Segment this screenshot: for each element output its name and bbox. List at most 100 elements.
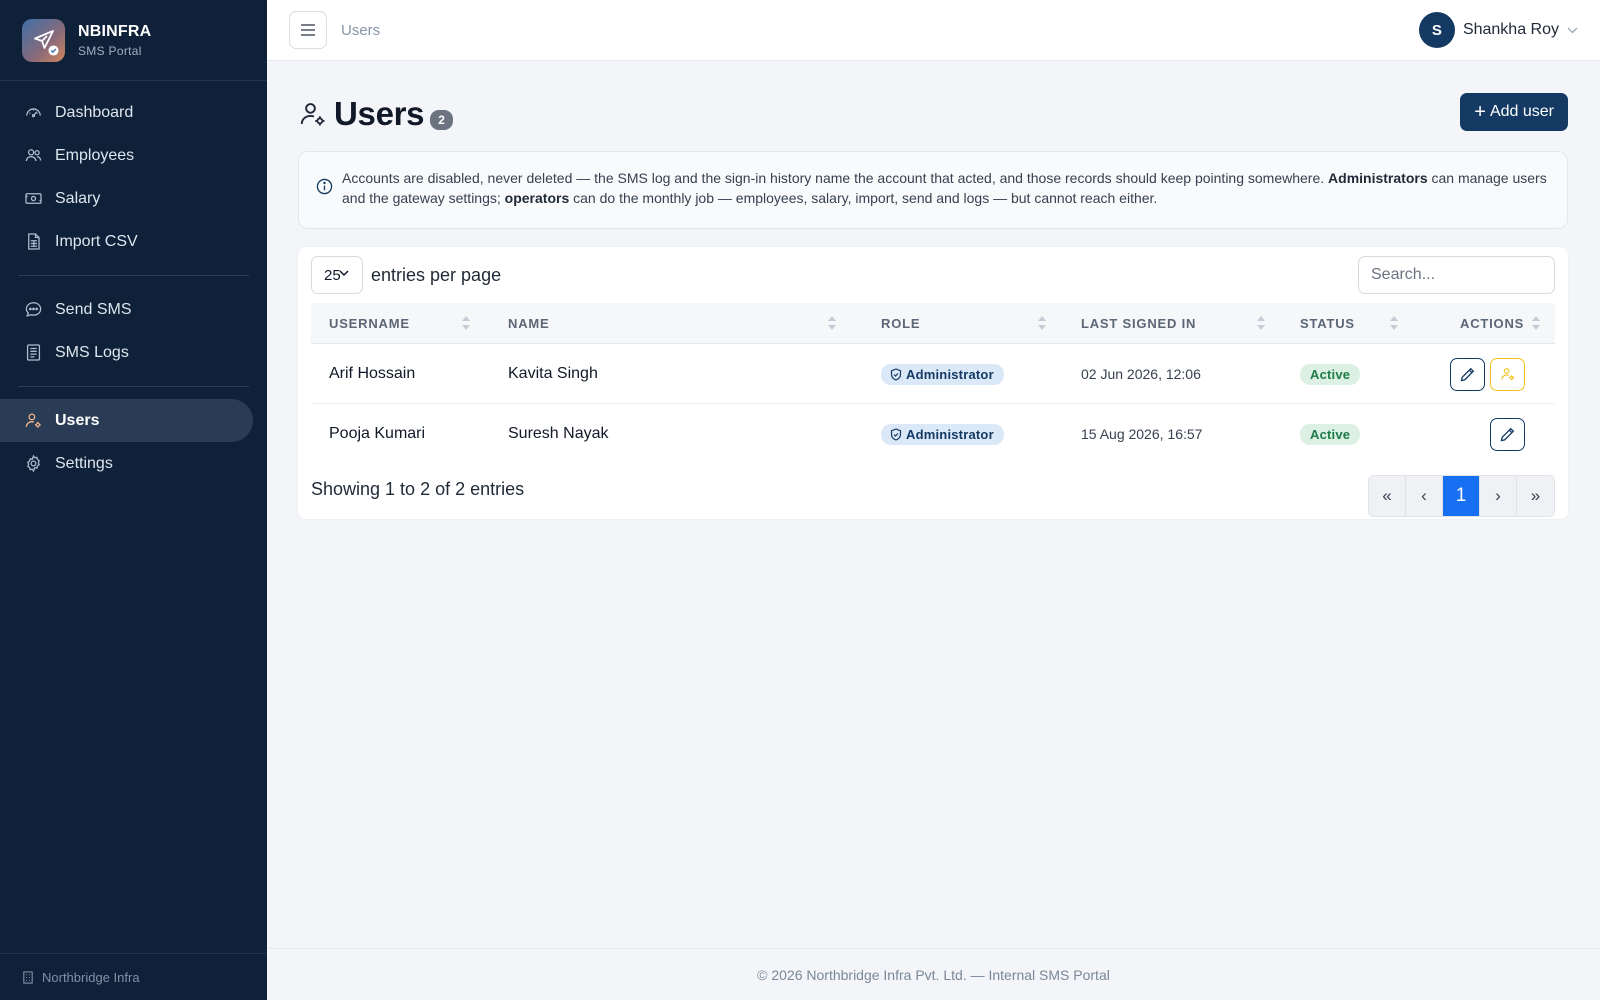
sort-icon xyxy=(462,316,470,333)
cash-icon xyxy=(23,189,43,209)
cell-actions xyxy=(1450,344,1525,404)
cell-role: Administrator xyxy=(881,344,1004,404)
sidebar-item-label: Employees xyxy=(55,146,135,164)
column-header-actions[interactable]: ACTIONS xyxy=(1460,303,1550,344)
sidebar-nav: Dashboard Employees Salary Import CSV Se… xyxy=(0,81,267,485)
brand-subtitle: SMS Portal xyxy=(78,43,142,58)
user-count-badge: 2 xyxy=(430,110,453,130)
table-row: Pooja Kumari Suresh Nayak Administrator … xyxy=(311,404,1555,464)
column-header-role[interactable]: ROLE xyxy=(881,303,1061,344)
sidebar-item-label: Users xyxy=(55,411,100,429)
sidebar-item-label: Send SMS xyxy=(55,300,132,318)
pencil-icon xyxy=(1500,427,1515,442)
sidebar-footer-label: Northbridge Infra xyxy=(42,969,140,985)
hamburger-icon xyxy=(300,23,316,37)
next-page-button[interactable]: › xyxy=(1480,476,1517,516)
sort-icon xyxy=(1038,316,1046,333)
cell-actions xyxy=(1490,404,1525,464)
column-header-label: ROLE xyxy=(881,316,921,331)
per-page-select[interactable]: 25 xyxy=(311,256,363,294)
sidebar-item-sms-logs[interactable]: SMS Logs xyxy=(0,331,253,374)
person-gear-icon xyxy=(298,99,328,129)
search-input[interactable] xyxy=(1358,256,1555,294)
edit-user-button[interactable] xyxy=(1490,417,1525,451)
column-header-label: ACTIONS xyxy=(1460,316,1525,331)
info-circle-icon xyxy=(316,178,333,200)
sidebar-item-label: Import CSV xyxy=(55,232,138,250)
sidebar-item-import-csv[interactable]: Import CSV xyxy=(0,220,253,263)
menu-toggle-button[interactable] xyxy=(289,11,327,49)
cell-last-signed-in: 02 Jun 2026, 12:06 xyxy=(1081,366,1201,382)
paper-plane-logo-icon xyxy=(22,18,65,62)
column-header-name[interactable]: NAME xyxy=(508,303,848,344)
cell-name: Kavita Singh xyxy=(508,365,598,382)
dashboard-gauge-icon xyxy=(23,103,43,123)
sidebar-item-settings[interactable]: Settings xyxy=(0,442,253,485)
add-user-button[interactable]: + Add user xyxy=(1460,93,1568,131)
page-header: Users 2 xyxy=(298,95,453,133)
status-badge: Active xyxy=(1300,363,1361,385)
sidebar-item-send-sms[interactable]: Send SMS xyxy=(0,288,253,331)
sort-icon xyxy=(1532,316,1540,333)
pencil-icon xyxy=(1460,367,1475,382)
edit-user-button[interactable] xyxy=(1450,357,1485,391)
per-page-label: entries per page xyxy=(371,264,502,285)
nav-divider xyxy=(18,275,249,276)
sidebar-item-dashboard[interactable]: Dashboard xyxy=(0,91,253,134)
nav-divider xyxy=(18,386,249,387)
sidebar-footer: Northbridge Infra xyxy=(0,953,267,1000)
role-label: Administrator xyxy=(906,366,994,382)
sidebar-item-employees[interactable]: Employees xyxy=(0,134,253,177)
chat-dots-icon xyxy=(23,300,43,320)
column-header-last-signed-in[interactable]: LAST SIGNED IN xyxy=(1081,303,1281,344)
column-header-label: USERNAME xyxy=(329,316,410,331)
info-text-3: can do the monthly job — employees, sala… xyxy=(569,190,1158,206)
receipt-list-icon xyxy=(23,343,43,363)
page-title: Users xyxy=(334,95,425,132)
chevron-down-icon xyxy=(339,270,349,277)
column-header-label: NAME xyxy=(508,316,550,331)
page-1-button[interactable]: 1 xyxy=(1443,476,1480,516)
table-row: Arif Hossain Kavita Singh Administrator … xyxy=(311,344,1555,404)
brand[interactable]: NBINFRA SMS Portal xyxy=(0,0,267,81)
sort-icon xyxy=(1390,316,1398,333)
cell-username: Arif Hossain xyxy=(329,365,416,382)
cell-role: Administrator xyxy=(881,404,1004,464)
brand-name: NBINFRA xyxy=(78,22,152,40)
cell-last-signed-in: 15 Aug 2026, 16:57 xyxy=(1081,426,1203,442)
role-badge: Administrator xyxy=(881,363,1004,385)
cell-status: Active xyxy=(1300,344,1361,404)
user-menu[interactable]: S Shankha Roy xyxy=(1418,12,1578,48)
info-text-1: Accounts are disabled, never deleted — t… xyxy=(342,170,1329,186)
cell-username: Pooja Kumari xyxy=(329,425,426,442)
breadcrumb: Users xyxy=(341,21,381,39)
info-alert: Accounts are disabled, never deleted — t… xyxy=(298,151,1568,229)
main-content: Users 2 + Add user Accounts are disabled… xyxy=(267,61,1600,948)
avatar: S xyxy=(1418,12,1455,48)
role-label: Administrator xyxy=(906,426,994,442)
user-name: Shankha Roy xyxy=(1462,21,1559,38)
shield-check-icon xyxy=(890,427,902,441)
column-header-label: LAST SIGNED IN xyxy=(1081,316,1197,331)
topbar: Users S Shankha Roy xyxy=(267,0,1600,61)
table-summary: Showing 1 to 2 of 2 entries xyxy=(311,479,525,499)
sidebar: NBINFRA SMS Portal Dashboard Employees S… xyxy=(0,0,267,1000)
column-header-status[interactable]: STATUS xyxy=(1300,303,1410,344)
role-badge: Administrator xyxy=(881,423,1004,445)
cell-status: Active xyxy=(1300,404,1361,464)
cell-name: Suresh Nayak xyxy=(508,425,609,442)
sidebar-item-users[interactable]: Users xyxy=(0,399,253,442)
building-icon xyxy=(22,970,34,984)
status-badge: Active xyxy=(1300,423,1361,445)
sidebar-item-salary[interactable]: Salary xyxy=(0,177,253,220)
user-access-button[interactable] xyxy=(1490,357,1525,391)
prev-page-button[interactable]: ‹ xyxy=(1406,476,1443,516)
person-gear-icon xyxy=(1500,366,1516,382)
sidebar-item-label: Dashboard xyxy=(55,103,134,121)
table-header: USERNAME NAME ROLE LAST SIGNED IN STATUS xyxy=(311,303,1555,344)
last-page-button[interactable]: » xyxy=(1517,476,1554,516)
first-page-button[interactable]: « xyxy=(1369,476,1406,516)
info-bold-operators: operators xyxy=(504,190,570,206)
column-header-username[interactable]: USERNAME xyxy=(329,303,489,344)
add-user-label: Add user xyxy=(1489,103,1554,120)
